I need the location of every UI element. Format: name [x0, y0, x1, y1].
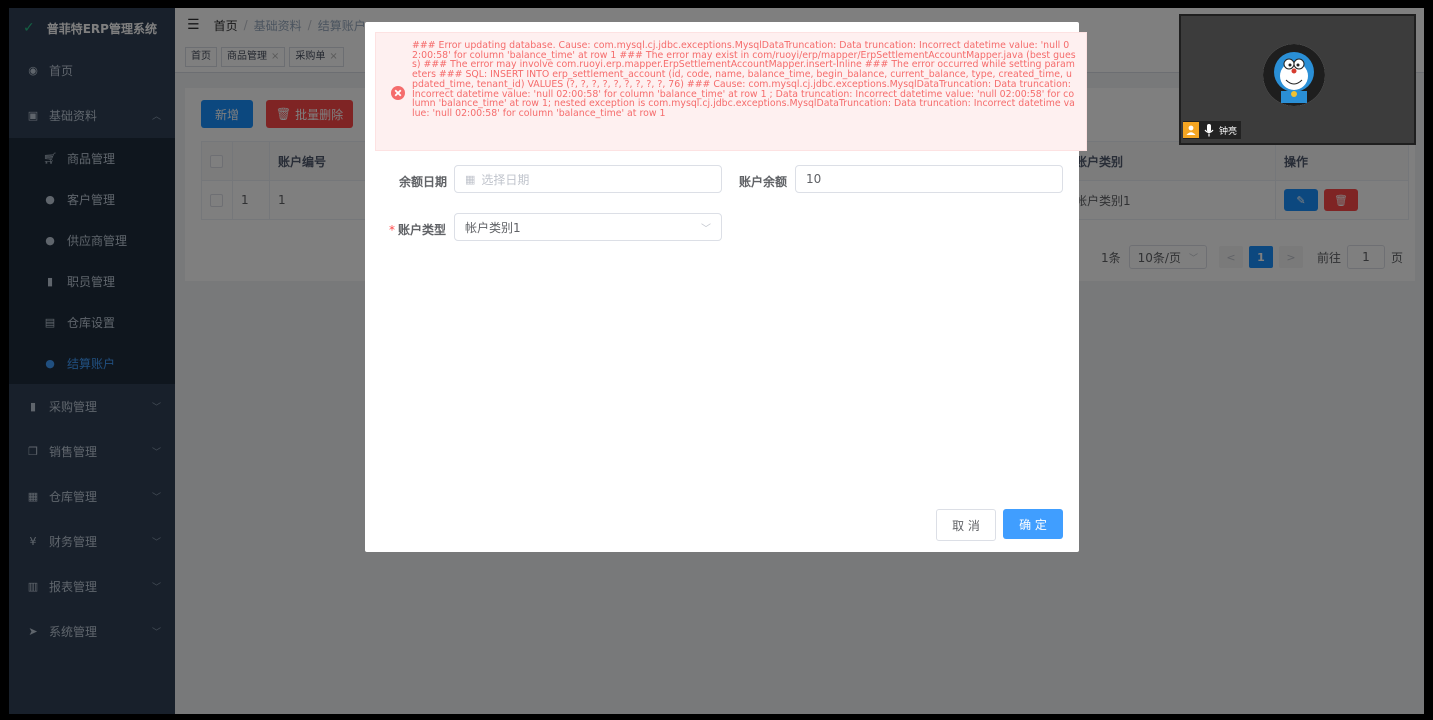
doraemon-avatar-image [1263, 44, 1325, 106]
balance-date-placeholder: 选择日期 [481, 172, 530, 187]
chevron-down-icon: ﹀ [701, 223, 711, 235]
account-type-value: 帐户类别1 [465, 220, 521, 235]
calendar-icon: ▦ [465, 172, 476, 186]
balance-value: 10 [806, 172, 822, 186]
account-type-label-text: 账户类型 [398, 223, 447, 237]
error-message-text: ### Error updating database. Cause: com.… [412, 40, 1076, 119]
account-type-label: * 账户类型 [389, 221, 446, 238]
balance-input[interactable]: 10 [795, 165, 1063, 193]
balance-date-label: 余额日期 [399, 175, 448, 189]
participant-name: 钟亮 [1219, 126, 1238, 137]
error-message: ### Error updating database. Cause: com.… [375, 32, 1087, 151]
balance-label: 账户余额 [739, 175, 788, 189]
participant-bar: 钟亮 [1183, 121, 1242, 139]
confirm-button[interactable]: 确 定 [1003, 509, 1063, 539]
account-type-select[interactable]: 帐户类别1 ﹀ [454, 213, 722, 241]
user-icon [1183, 122, 1199, 138]
error-circle-icon [391, 86, 405, 100]
microphone-icon[interactable] [1202, 123, 1216, 137]
app-frame: ✓ 普菲特ERP管理系统 ◉ 首页 ▣ 基础资料 ︿ 🛒︎ 商品管理 ● 客户管… [9, 8, 1424, 714]
participant-avatar [1263, 44, 1325, 106]
required-asterisk: * [389, 223, 395, 237]
video-call-widget[interactable]: 钟亮 [1179, 14, 1416, 145]
balance-date-picker[interactable]: ▦ 选择日期 [454, 165, 722, 193]
cancel-button[interactable]: 取 消 [936, 509, 996, 541]
